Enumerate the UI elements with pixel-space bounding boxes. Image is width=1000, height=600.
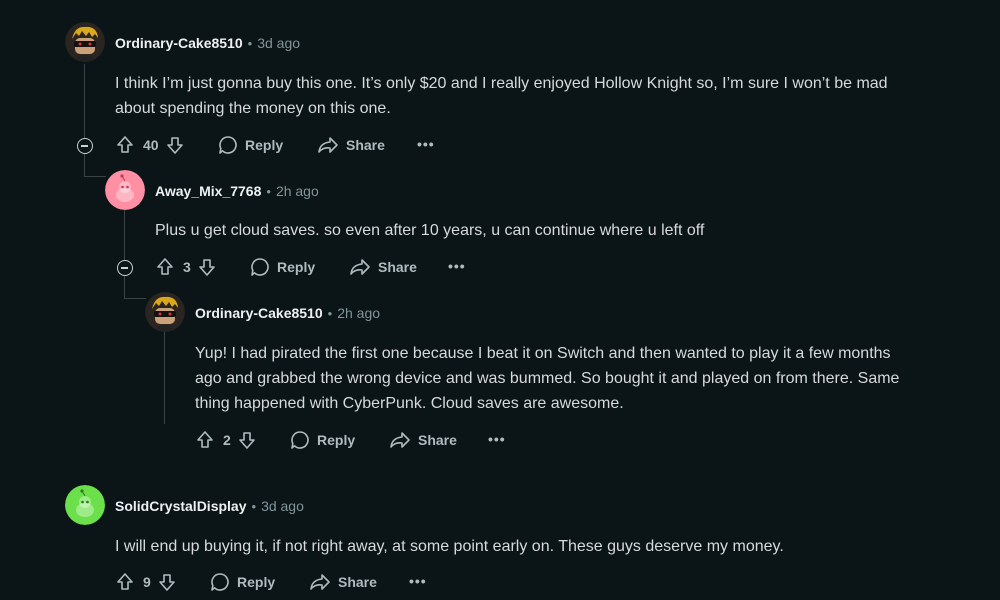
share-arrow-icon (310, 574, 330, 590)
thread-line (164, 332, 165, 424)
downvote-icon[interactable] (165, 135, 185, 155)
vote-count: 40 (143, 137, 159, 153)
separator: • (327, 305, 333, 321)
comment-line: Yup! I had pirated the first one because… (195, 345, 891, 362)
vote-count: 3 (183, 259, 191, 275)
downvote-icon[interactable] (157, 572, 177, 592)
upvote-icon[interactable] (115, 572, 135, 592)
user-avatar[interactable] (145, 292, 185, 332)
comment-meta: Ordinary-Cake8510 • 3d ago (115, 32, 300, 54)
upvote-icon[interactable] (195, 430, 215, 450)
vote-bar: 40 (115, 133, 185, 157)
timestamp[interactable]: 3d ago (261, 498, 304, 514)
more-options-button[interactable]: ••• (448, 258, 466, 274)
thread-line (124, 276, 125, 298)
reply-button[interactable]: Reply (290, 428, 355, 452)
snoo-green-avatar-icon (65, 485, 105, 525)
sunglasses-avatar-icon (145, 292, 185, 332)
username[interactable]: SolidCrystalDisplay (115, 498, 247, 514)
share-label: Share (378, 259, 417, 275)
vote-bar: 3 (155, 255, 217, 279)
comment-bubble-icon (211, 573, 229, 591)
share-label: Share (346, 137, 385, 153)
share-arrow-icon (390, 432, 410, 448)
reply-button[interactable]: Reply (250, 255, 315, 279)
vote-bar: 9 (115, 570, 177, 594)
reply-label: Reply (317, 432, 356, 448)
share-label: Share (338, 574, 377, 590)
reply-label: Reply (277, 259, 316, 275)
user-avatar[interactable] (105, 170, 145, 210)
share-button[interactable]: Share (317, 133, 385, 157)
thread-line (84, 154, 85, 176)
timestamp[interactable]: 3d ago (257, 35, 300, 51)
comment-line: Plus u get cloud saves. so even after 10… (155, 222, 705, 239)
comment-body: Yup! I had pirated the first one because… (195, 341, 899, 416)
comment-bubble-icon (251, 258, 269, 276)
comment-meta: Away_Mix_7768 • 2h ago (155, 180, 319, 202)
snoo-pink-avatar-icon (105, 170, 145, 210)
more-options-button[interactable]: ••• (409, 573, 427, 589)
share-label: Share (418, 432, 457, 448)
comment-bubble-icon (291, 431, 309, 449)
vote-count: 9 (143, 574, 151, 590)
share-button[interactable]: Share (349, 255, 417, 279)
comment-body: Plus u get cloud saves. so even after 10… (155, 218, 704, 243)
upvote-icon[interactable] (115, 135, 135, 155)
comment-line: thing happened with CyberPunk. Cloud sav… (195, 395, 624, 412)
downvote-icon[interactable] (197, 257, 217, 277)
share-arrow-icon (318, 137, 338, 153)
reply-button[interactable]: Reply (210, 570, 275, 594)
thread-line (84, 64, 85, 138)
comment-line: ago and grabbed the wrong device and was… (195, 370, 900, 387)
comment-bubble-icon (219, 136, 237, 154)
downvote-icon[interactable] (237, 430, 257, 450)
comment-line: I think I’m just gonna buy this one. It’… (115, 75, 888, 92)
username[interactable]: Ordinary-Cake8510 (195, 305, 323, 321)
thread-line (124, 210, 125, 260)
share-arrow-icon (350, 259, 370, 275)
thread-connector (84, 176, 106, 177)
timestamp[interactable]: 2h ago (276, 183, 319, 199)
timestamp[interactable]: 2h ago (337, 305, 380, 321)
reply-button[interactable]: Reply (218, 133, 283, 157)
collapse-thread-button[interactable] (117, 260, 133, 276)
comment-meta: Ordinary-Cake8510 • 2h ago (195, 302, 380, 324)
sunglasses-avatar-icon (65, 22, 105, 62)
reply-label: Reply (245, 137, 284, 153)
username[interactable]: Ordinary-Cake8510 (115, 35, 243, 51)
collapse-thread-button[interactable] (77, 138, 93, 154)
comment-line: I will end up buying it, if not right aw… (115, 538, 784, 555)
comment-meta: SolidCrystalDisplay • 3d ago (115, 495, 304, 517)
more-options-button[interactable]: ••• (488, 431, 506, 447)
comment-body: I will end up buying it, if not right aw… (115, 534, 784, 559)
vote-count: 2 (223, 432, 231, 448)
user-avatar[interactable] (65, 22, 105, 62)
username[interactable]: Away_Mix_7768 (155, 183, 261, 199)
separator: • (251, 498, 257, 514)
comment-body: I think I’m just gonna buy this one. It’… (115, 71, 888, 121)
reply-label: Reply (237, 574, 276, 590)
comment-line: about spending the money on this one. (115, 100, 391, 117)
thread-connector (124, 298, 146, 299)
upvote-icon[interactable] (155, 257, 175, 277)
separator: • (266, 183, 271, 199)
vote-bar: 2 (195, 428, 257, 452)
share-button[interactable]: Share (309, 570, 377, 594)
separator: • (247, 35, 253, 51)
share-button[interactable]: Share (389, 428, 457, 452)
user-avatar[interactable] (65, 485, 105, 525)
more-options-button[interactable]: ••• (417, 136, 435, 152)
